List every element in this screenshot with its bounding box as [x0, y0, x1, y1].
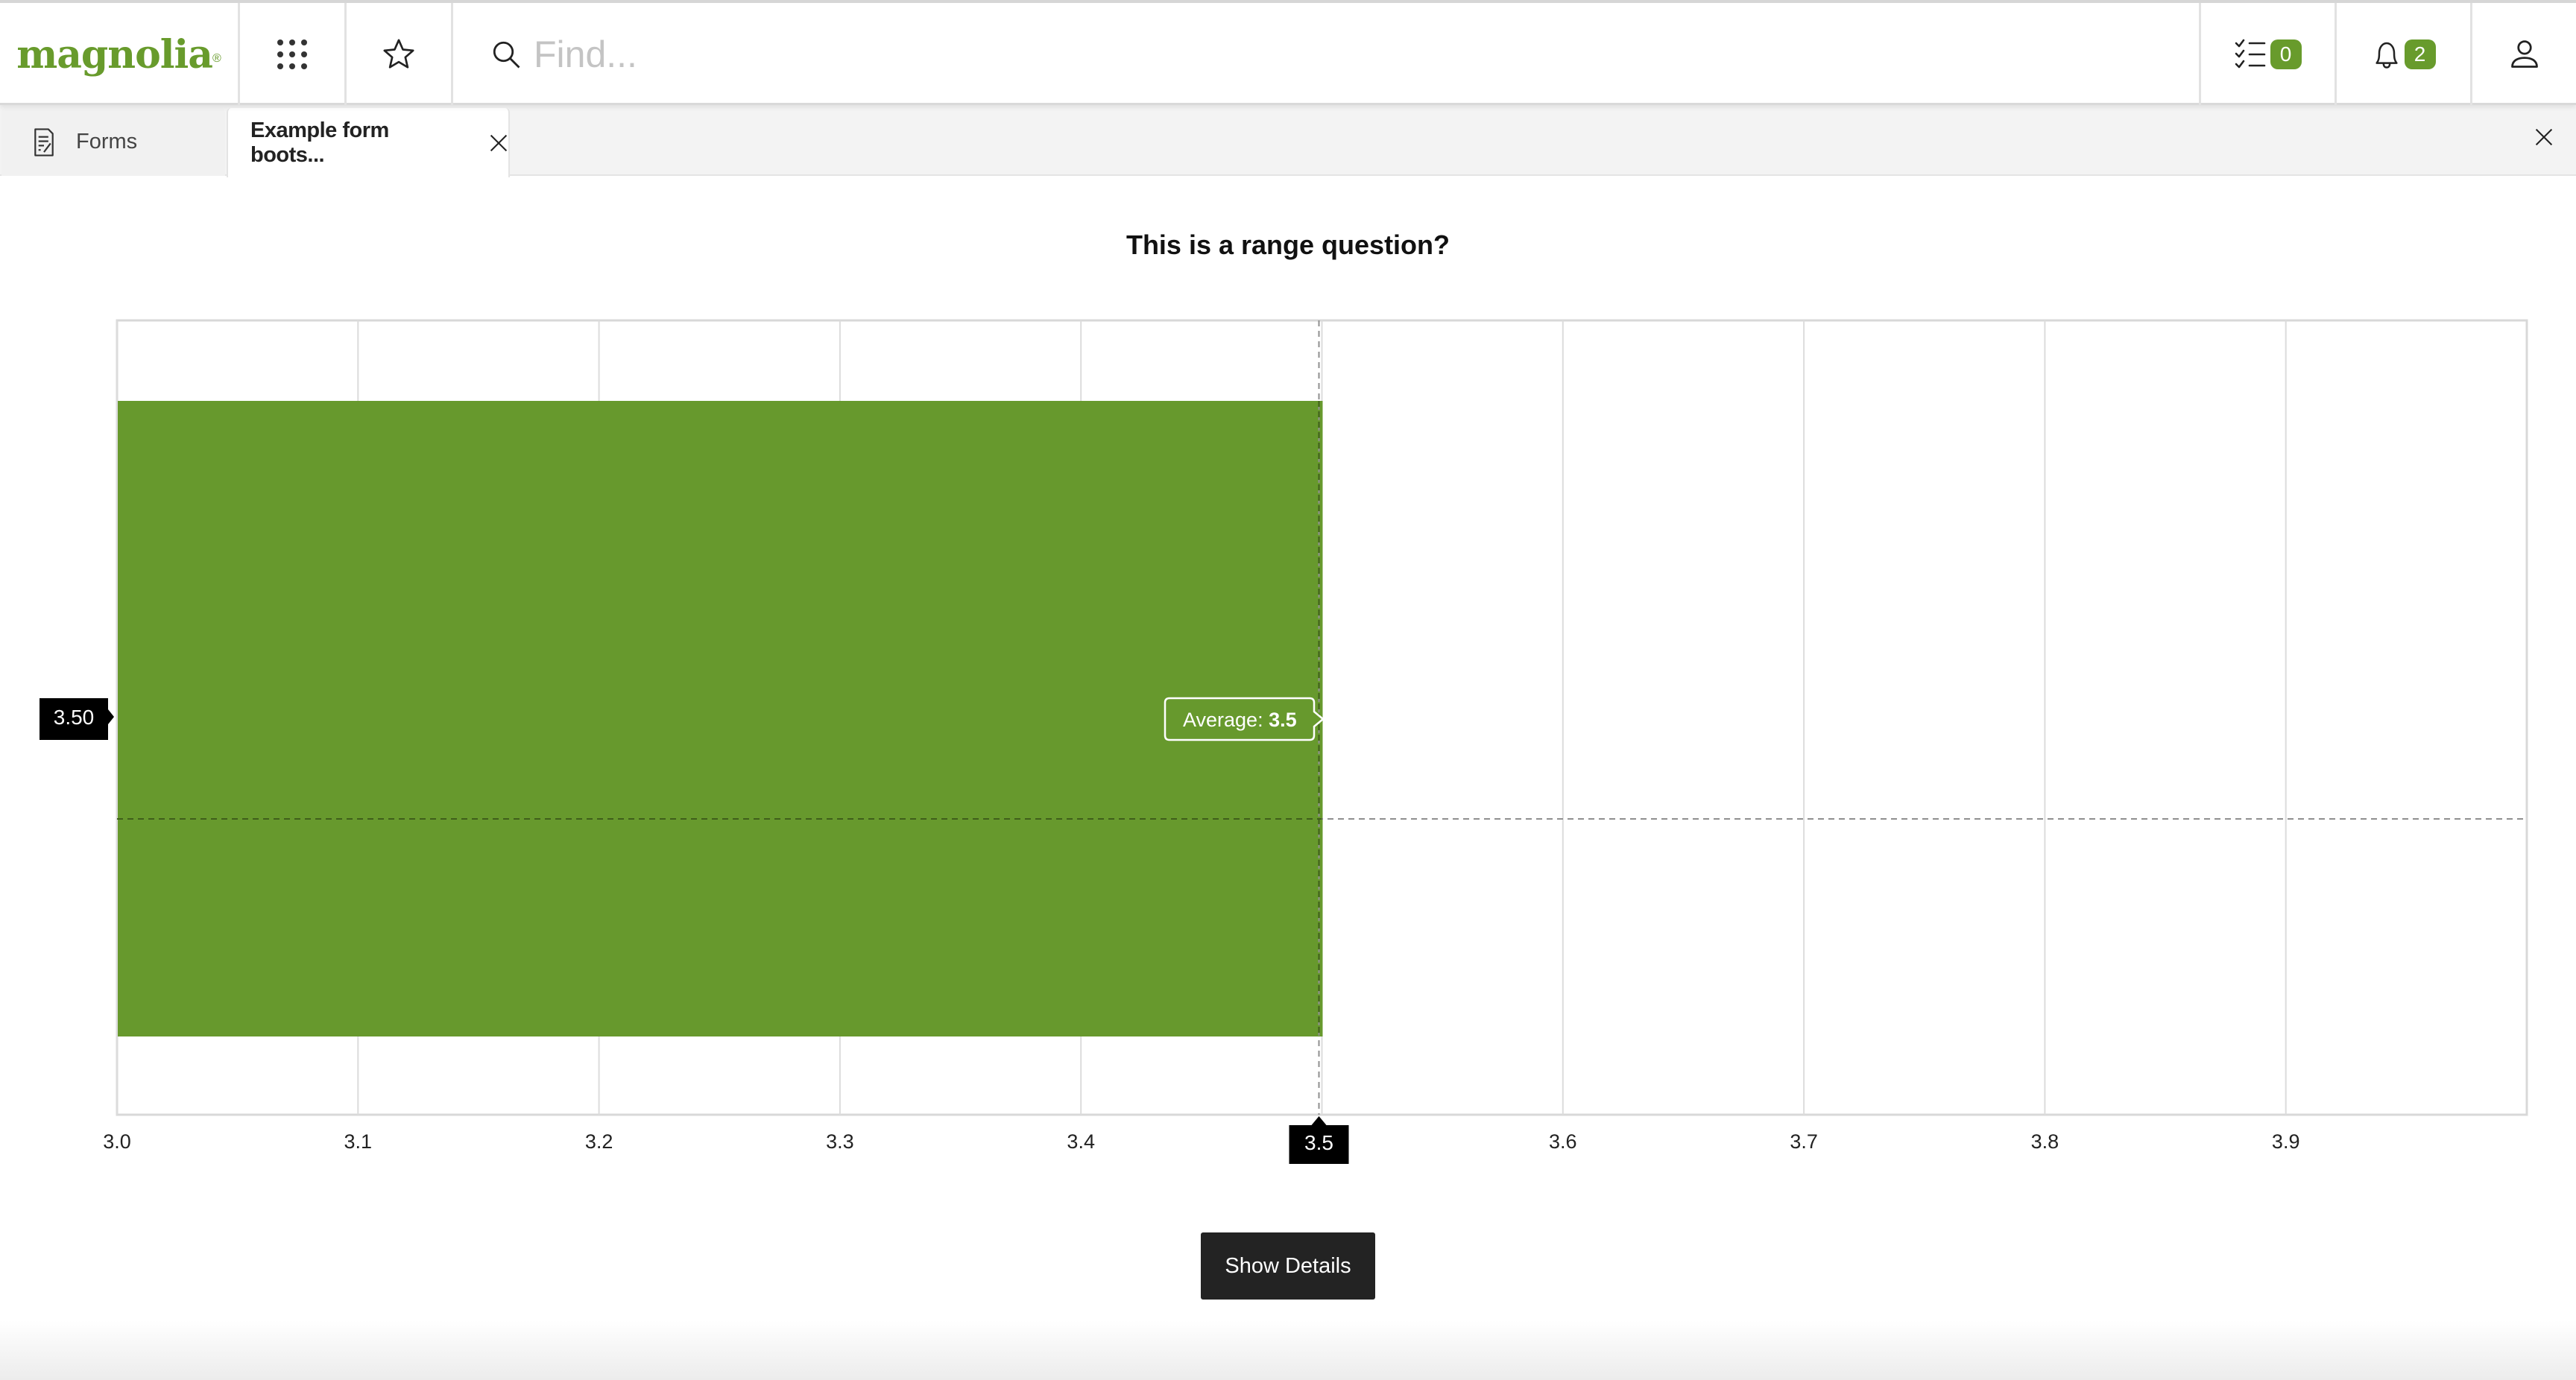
x-tick-label: 3.6	[1549, 1130, 1577, 1153]
magnolia-logo[interactable]: magnolia ®	[0, 3, 240, 106]
apps-button[interactable]	[240, 3, 347, 106]
x-tick-label: 3.3	[826, 1130, 854, 1153]
registered-mark: ®	[212, 52, 221, 65]
notifications-button[interactable]: 2	[2334, 3, 2470, 106]
bar-chart: 3.0 3.1 3.2 3.3 3.4 3.6 3.7 3.8 3.9 3.5 3.50 Avera…	[40, 319, 2528, 1164]
bar-average[interactable]	[118, 401, 1323, 1036]
checklist-icon	[2235, 39, 2265, 69]
user-icon	[2510, 40, 2538, 68]
star-icon	[383, 39, 414, 69]
x-tick-label: 3.2	[585, 1130, 613, 1153]
x-tick-label: 3.4	[1067, 1130, 1095, 1153]
user-menu-button[interactable]	[2470, 3, 2576, 106]
tooltip-value: 3.5	[1269, 709, 1297, 731]
grid-dots-icon	[277, 39, 307, 69]
x-tick-label: 3.0	[103, 1130, 131, 1153]
search-bar[interactable]	[453, 3, 2199, 106]
tasks-count-badge: 0	[2270, 39, 2302, 69]
search-icon	[493, 41, 520, 69]
x-crosshair-label: 3.5	[1304, 1131, 1333, 1154]
x-tick-label: 3.1	[344, 1130, 373, 1153]
show-details-button[interactable]: Show Details	[1201, 1232, 1375, 1300]
bottom-shadow	[0, 1320, 2576, 1380]
x-tick-label: 3.9	[2272, 1130, 2300, 1153]
average-tooltip-text: Average: 3.5	[1183, 709, 1297, 731]
favorites-button[interactable]	[347, 3, 453, 106]
search-input[interactable]	[532, 32, 1877, 77]
x-axis-ticks: 3.0 3.1 3.2 3.3 3.4 3.6 3.7 3.8 3.9	[103, 1130, 2299, 1153]
tooltip-label: Average:	[1183, 709, 1269, 731]
top-header: magnolia ® Find... 0 2	[0, 0, 2576, 106]
x-tick-label: 3.8	[2031, 1130, 2059, 1153]
tasks-button[interactable]: 0	[2199, 3, 2334, 106]
y-crosshair-label: 3.50	[54, 706, 95, 729]
x-tick-label: 3.7	[1790, 1130, 1818, 1153]
bell-icon	[2375, 42, 2398, 69]
app-window: magnolia ® Find... 0 2 Forms Example for…	[0, 0, 2576, 1380]
logo-text: magnolia	[16, 31, 213, 77]
notifications-count-badge: 2	[2404, 39, 2436, 69]
